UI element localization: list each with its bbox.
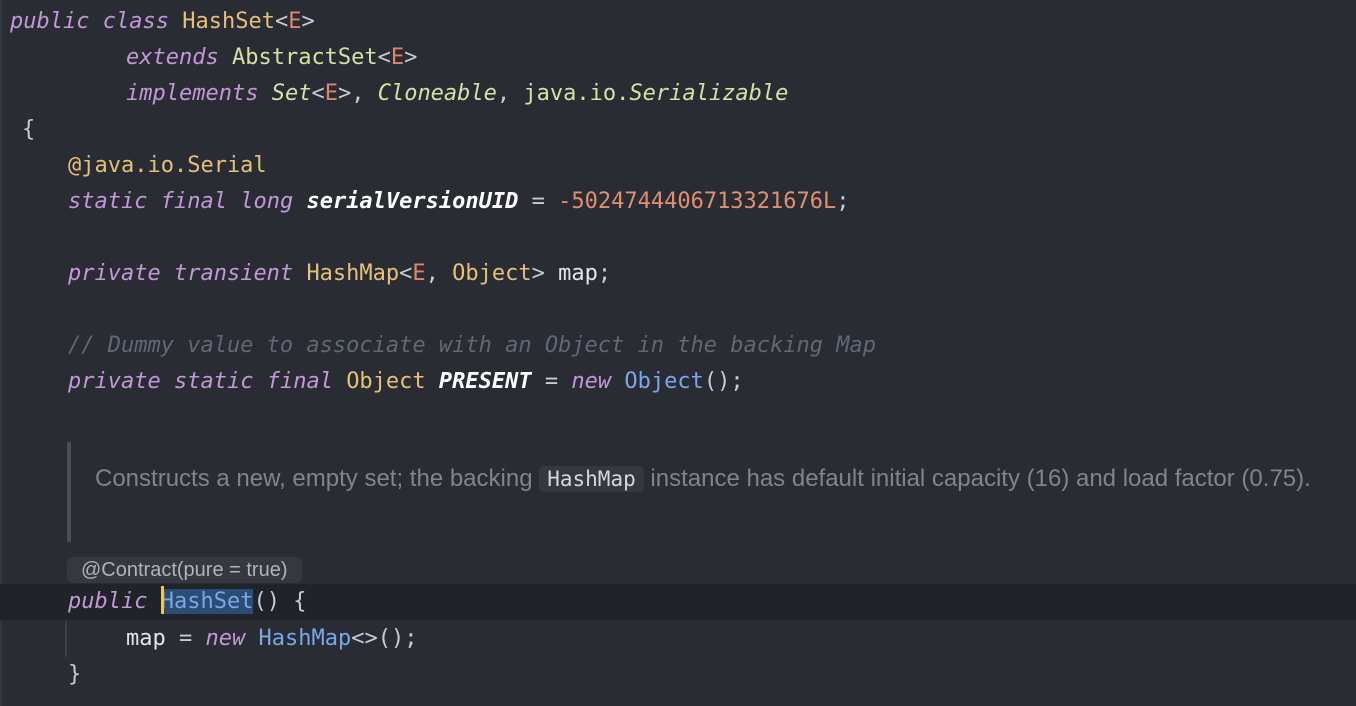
- code-editor[interactable]: public class HashSet<E> extends Abstract…: [0, 0, 1356, 706]
- constructor-signature-rest: () {: [253, 589, 307, 614]
- keyword-final: final: [266, 369, 333, 394]
- code-line-4[interactable]: {: [22, 112, 35, 148]
- keyword-final: final: [160, 189, 227, 214]
- code-line-1[interactable]: public class HashSet<E>: [10, 4, 315, 40]
- comma: ,: [351, 81, 365, 106]
- assign-operator: =: [518, 189, 559, 214]
- rendered-doc-comment[interactable]: Constructs a new, empty set; the backing…: [67, 442, 1341, 542]
- type-param: E: [390, 45, 405, 70]
- code-line-12[interactable]: }: [68, 657, 81, 693]
- constructor-object[interactable]: Object: [624, 369, 703, 394]
- code-line-3[interactable]: implements Set<E>, Cloneable, java.io.Se…: [126, 76, 788, 112]
- field-present[interactable]: PRESENT: [439, 369, 532, 394]
- keyword-long: long: [240, 189, 294, 214]
- indent-guide: [65, 621, 67, 657]
- angle-close: >: [337, 81, 352, 106]
- interface-serializable[interactable]: Serializable: [629, 81, 788, 106]
- doc-code-chip-hashmap[interactable]: HashMap: [539, 466, 644, 492]
- annotation-serial[interactable]: @java.io.Serial: [68, 153, 267, 178]
- keyword-class: class: [102, 9, 169, 34]
- text-caret: [160, 586, 164, 614]
- class-name[interactable]: HashSet: [182, 9, 275, 34]
- semicolon: ;: [836, 189, 850, 214]
- angle-close: >: [531, 261, 545, 286]
- keyword-new: new: [571, 369, 612, 394]
- comma: ,: [425, 261, 439, 286]
- code-line-5[interactable]: @java.io.Serial: [68, 148, 267, 184]
- close-brace: }: [68, 662, 82, 687]
- number-literal: -5024744406713321676L: [558, 189, 837, 214]
- keyword-public: public: [68, 589, 148, 614]
- doc-text: Constructs a new, empty set; the backing…: [95, 461, 1345, 497]
- field-serialversionuid[interactable]: serialVersionUID: [306, 189, 518, 214]
- comma: ,: [496, 81, 511, 106]
- doc-text-start: Constructs a new, empty set; the backing: [95, 465, 540, 492]
- keyword-new: new: [205, 626, 246, 651]
- angle-close: >: [404, 45, 418, 70]
- code-line-6[interactable]: static final long serialVersionUID = -50…: [68, 184, 850, 220]
- contract-inlay-hint[interactable]: @Contract(pure = true): [67, 557, 302, 583]
- assign-operator: =: [531, 369, 572, 394]
- assign-operator: =: [165, 626, 206, 651]
- angle-open: <: [399, 261, 413, 286]
- code-line-11[interactable]: map = new HashMap<>();: [126, 621, 417, 657]
- interface-cloneable[interactable]: Cloneable: [378, 81, 497, 106]
- doc-text-end: instance has default initial capacity (1…: [643, 465, 1311, 492]
- field-map[interactable]: map: [558, 261, 598, 286]
- package-java-io: java.io.: [523, 81, 630, 106]
- code-line-9[interactable]: private static final Object PRESENT = ne…: [68, 364, 744, 400]
- type-param: E: [288, 9, 302, 34]
- keyword-private: private: [68, 261, 161, 286]
- keyword-static: static: [173, 369, 254, 394]
- code-line-7[interactable]: private transient HashMap<E, Object> map…: [68, 256, 611, 292]
- keyword-transient: transient: [173, 261, 294, 286]
- code-line-2[interactable]: extends AbstractSet<E>: [126, 40, 417, 76]
- code-line-8[interactable]: // Dummy value to associate with an Obje…: [68, 328, 876, 364]
- keyword-static: static: [68, 189, 148, 214]
- keyword-private: private: [68, 369, 161, 394]
- semicolon: ;: [597, 261, 612, 286]
- type-object[interactable]: Object: [346, 369, 425, 394]
- interface-set[interactable]: Set: [272, 81, 312, 106]
- code-line-10[interactable]: public HashSet() {: [68, 584, 306, 620]
- diamond-call: <>();: [351, 626, 418, 651]
- constructor-hashmap[interactable]: HashMap: [259, 626, 352, 651]
- type-param: E: [324, 81, 338, 106]
- keyword-implements: implements: [126, 81, 259, 106]
- angle-open: <: [311, 81, 325, 106]
- keyword-extends: extends: [126, 45, 219, 70]
- field-map[interactable]: map: [126, 626, 166, 651]
- superclass-name[interactable]: AbstractSet: [232, 45, 378, 70]
- keyword-public: public: [10, 9, 90, 34]
- constructor-hashset[interactable]: HashSet: [160, 589, 254, 614]
- type-param: E: [412, 261, 426, 286]
- type-hashmap[interactable]: HashMap: [306, 261, 399, 286]
- line-comment: // Dummy value to associate with an Obje…: [68, 333, 876, 358]
- type-object[interactable]: Object: [452, 261, 531, 286]
- angle-open: <: [274, 9, 289, 34]
- call-parens: ();: [703, 369, 744, 394]
- angle-close: >: [301, 9, 315, 34]
- open-brace: {: [22, 117, 36, 142]
- angle-open: <: [377, 45, 391, 70]
